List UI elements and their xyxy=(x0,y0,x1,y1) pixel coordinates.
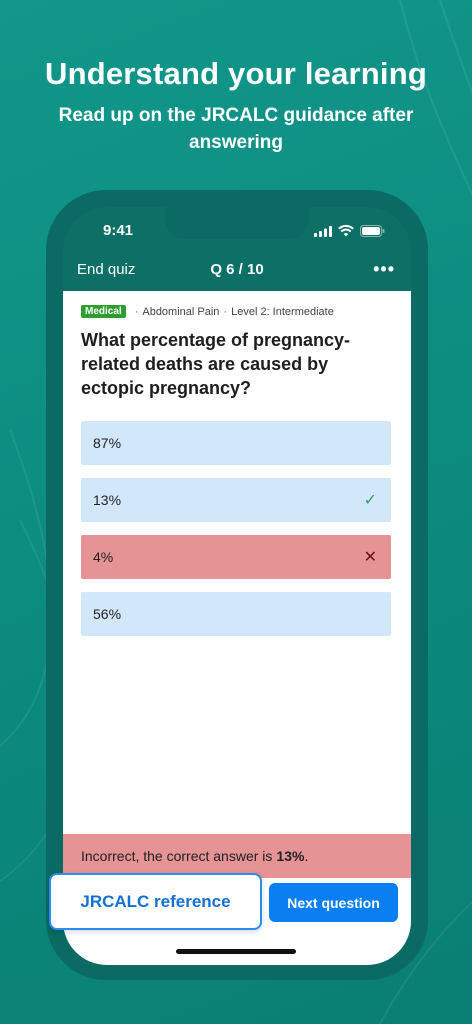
wifi-icon xyxy=(338,225,354,237)
feedback-text: Incorrect, the correct answer is xyxy=(81,848,273,864)
category-badge: Medical xyxy=(81,305,126,318)
answer-label: 4% xyxy=(93,549,114,565)
battery-icon xyxy=(360,225,385,237)
promo-subline: Read up on the JRCALC guidance after ans… xyxy=(58,105,414,153)
phone-notch xyxy=(165,207,309,239)
home-indicator xyxy=(176,949,296,954)
feedback-banner: Incorrect, the correct answer is 13% . xyxy=(63,834,411,878)
status-icons xyxy=(314,225,385,237)
answer-label: 87% xyxy=(93,435,122,451)
answer-option[interactable]: 87% xyxy=(81,421,391,465)
promo-headline: Understand your learning xyxy=(44,56,428,91)
cross-icon: ✕ xyxy=(363,549,377,566)
feedback-suffix: . xyxy=(304,848,309,864)
meta-separator: · xyxy=(134,305,139,318)
answer-option-correct[interactable]: 13% ✓ xyxy=(81,478,391,522)
phone-frame: 9:41 End quiz Q 6 / 10 ••• Medical · Abd… xyxy=(46,190,428,980)
quiz-content: Medical · Abdominal Pain · Level 2: Inte… xyxy=(63,291,411,965)
answer-label: 56% xyxy=(93,606,122,622)
question-meta: Medical · Abdominal Pain · Level 2: Inte… xyxy=(81,305,334,318)
check-icon: ✓ xyxy=(363,492,377,509)
answer-option[interactable]: 56% xyxy=(81,592,391,636)
more-dots-icon[interactable]: ••• xyxy=(373,259,395,280)
answer-option-wrong[interactable]: 4% ✕ xyxy=(81,535,391,579)
question-counter: Q 6 / 10 xyxy=(210,261,264,278)
question-text: What percentage of pregnancy-related dea… xyxy=(81,330,351,398)
level-label: Level 2: Intermediate xyxy=(231,305,334,318)
phone-screen: 9:41 End quiz Q 6 / 10 ••• Medical · Abd… xyxy=(63,207,411,965)
jrcalc-reference-button[interactable]: JRCALC reference xyxy=(49,873,262,930)
signal-icon xyxy=(314,225,332,237)
meta-separator: · xyxy=(223,305,228,318)
quiz-nav-bar: End quiz Q 6 / 10 ••• xyxy=(63,255,411,295)
feedback-correct-answer: 13% xyxy=(276,848,305,864)
status-time: 9:41 xyxy=(103,222,134,239)
answer-label: 13% xyxy=(93,492,122,508)
next-question-button[interactable]: Next question xyxy=(269,883,398,922)
topic-label: Abdominal Pain xyxy=(142,305,220,318)
